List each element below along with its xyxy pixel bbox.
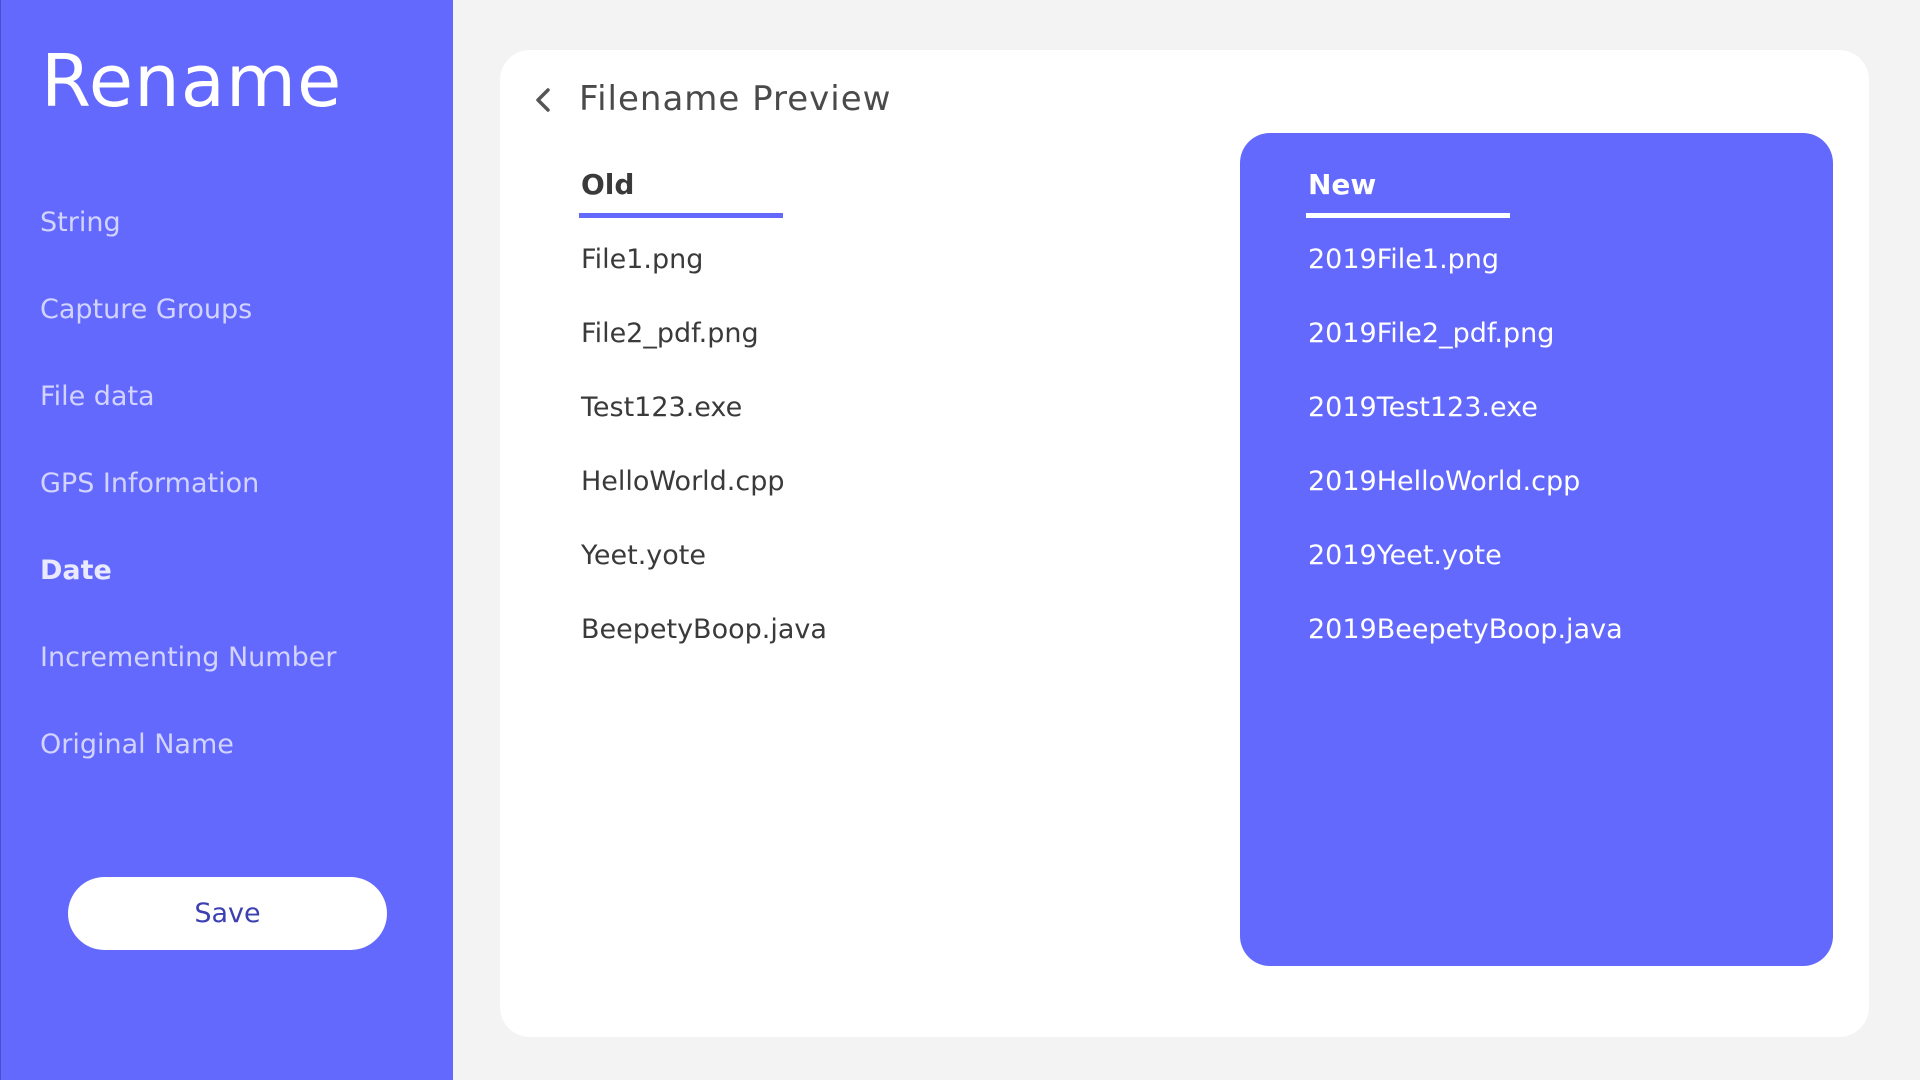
old-filenames-column: Old File1.png File2_pdf.png Test123.exe … — [579, 165, 1179, 684]
new-file-item: 2019BeepetyBoop.java — [1308, 614, 1623, 645]
new-filenames-panel: New 2019File1.png 2019File2_pdf.png 2019… — [1240, 133, 1833, 966]
new-file-item: 2019File1.png — [1308, 244, 1500, 275]
new-file-item: 2019HelloWorld.cpp — [1308, 466, 1581, 497]
old-file-item: Test123.exe — [581, 392, 743, 423]
preview-card: Filename Preview Old File1.png File2_pdf… — [500, 50, 1869, 1037]
sidebar: Rename String Capture Groups File data G… — [0, 0, 453, 1080]
sidebar-item-original-name[interactable]: Original Name — [1, 717, 454, 804]
panel-title: Filename Preview — [579, 79, 892, 119]
new-file-list: 2019File1.png 2019File2_pdf.png 2019Test… — [1306, 240, 1806, 684]
new-file-item: 2019Yeet.yote — [1308, 540, 1502, 571]
sidebar-item-gps-information[interactable]: GPS Information — [1, 456, 454, 543]
old-file-item: BeepetyBoop.java — [581, 614, 827, 645]
app-title: Rename — [41, 39, 343, 123]
app-window: Rename String Capture Groups File data G… — [0, 0, 1920, 1080]
sidebar-item-date[interactable]: Date — [1, 543, 454, 630]
save-button[interactable]: Save — [68, 877, 387, 950]
sidebar-item-incrementing-number[interactable]: Incrementing Number — [1, 630, 454, 717]
old-file-item: HelloWorld.cpp — [581, 466, 785, 497]
old-file-list: File1.png File2_pdf.png Test123.exe Hell… — [579, 240, 1179, 684]
new-filenames-column: New 2019File1.png 2019File2_pdf.png 2019… — [1306, 165, 1806, 684]
sidebar-item-capture-groups[interactable]: Capture Groups — [1, 282, 454, 369]
sidebar-item-file-data[interactable]: File data — [1, 369, 454, 456]
old-file-item: File2_pdf.png — [581, 318, 759, 349]
back-button[interactable] — [524, 80, 564, 120]
sidebar-nav: String Capture Groups File data GPS Info… — [1, 195, 454, 804]
old-file-item: Yeet.yote — [581, 540, 706, 571]
new-file-item: 2019Test123.exe — [1308, 392, 1538, 423]
old-column-header: Old — [579, 165, 783, 218]
new-column-header: New — [1306, 165, 1510, 218]
new-file-item: 2019File2_pdf.png — [1308, 318, 1555, 349]
sidebar-item-string[interactable]: String — [1, 195, 454, 282]
old-file-item: File1.png — [581, 244, 704, 275]
chevron-left-icon — [536, 88, 550, 112]
